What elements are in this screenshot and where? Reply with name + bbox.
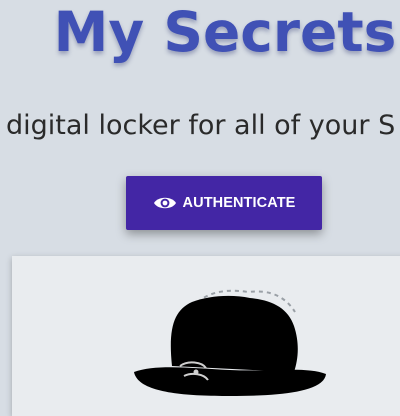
secret-card <box>12 256 400 416</box>
bowler-hat-icon <box>134 289 326 396</box>
authenticate-label: AUTHENTICATE <box>182 195 296 211</box>
page-title: My Secrets <box>53 0 397 64</box>
authenticate-button[interactable]: AUTHENTICATE <box>126 176 322 230</box>
page-subtitle: digital locker for all of your S <box>6 110 396 141</box>
eye-icon <box>153 195 177 211</box>
